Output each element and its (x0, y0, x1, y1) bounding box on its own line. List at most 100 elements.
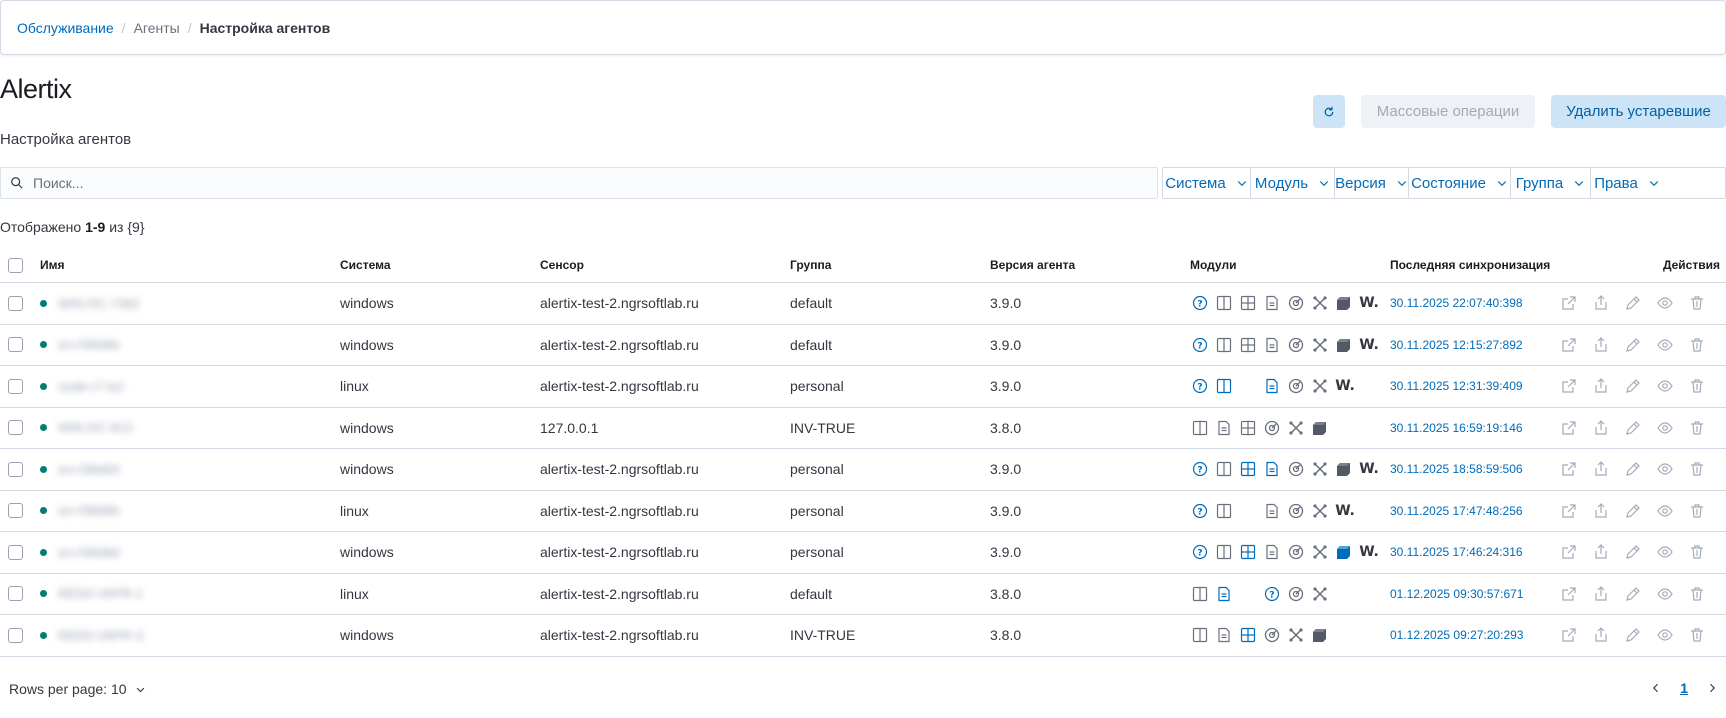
trash-icon[interactable] (1687, 335, 1707, 355)
external-link-icon[interactable] (1559, 542, 1579, 562)
eye-icon[interactable] (1655, 584, 1675, 604)
agent-name-cell[interactable]: RED0-VAPR-1 (40, 574, 143, 615)
agent-name-cell[interactable]: WIN-DC-813 (40, 408, 132, 449)
external-link-icon[interactable] (1559, 625, 1579, 645)
rows-per-page-select[interactable]: Rows per page: 10 (9, 681, 146, 697)
agent-name-cell[interactable]: srv-f38d93 (40, 449, 119, 490)
col-sensor[interactable]: Сенсор (540, 248, 584, 282)
eye-icon[interactable] (1655, 542, 1675, 562)
col-group[interactable]: Группа (790, 248, 831, 282)
pencil-icon[interactable] (1623, 335, 1643, 355)
filter-5[interactable]: Группа (1511, 168, 1591, 198)
filter-4[interactable]: Состояние (1409, 168, 1511, 198)
col-system[interactable]: Система (340, 248, 391, 282)
agent-name-cell[interactable]: srv-f38d8d (40, 532, 119, 573)
table-row[interactable]: WIN-DC-813 windows 127.0.0.1 INV-TRUE 3.… (0, 408, 1726, 449)
row-checkbox[interactable] (8, 532, 24, 573)
eye-icon[interactable] (1655, 418, 1675, 438)
table-row[interactable]: srv-f38d6b windows alertix-test-2.ngrsof… (0, 325, 1726, 366)
last-sync[interactable]: 01.12.2025 09:30:57:671 (1390, 574, 1523, 615)
chevron-right-icon[interactable] (1706, 682, 1718, 694)
export-icon[interactable] (1591, 625, 1611, 645)
eye-icon[interactable] (1655, 501, 1675, 521)
last-sync[interactable]: 30.11.2025 17:47:48:256 (1390, 491, 1523, 532)
trash-icon[interactable] (1687, 501, 1707, 521)
pencil-icon[interactable] (1623, 293, 1643, 313)
table-row[interactable]: RED0-VAPR-3 windows alertix-test-2.ngrso… (0, 615, 1726, 657)
last-sync[interactable]: 30.11.2025 12:31:39:409 (1390, 366, 1523, 407)
row-checkbox[interactable] (8, 449, 24, 490)
export-icon[interactable] (1591, 459, 1611, 479)
export-icon[interactable] (1591, 418, 1611, 438)
pencil-icon[interactable] (1623, 584, 1643, 604)
filter-1[interactable]: Система (1163, 168, 1251, 198)
external-link-icon[interactable] (1559, 584, 1579, 604)
export-icon[interactable] (1591, 542, 1611, 562)
table-row[interactable]: srv-f38d8b linux alertix-test-2.ngrsoftl… (0, 491, 1726, 532)
eye-icon[interactable] (1655, 376, 1675, 396)
export-icon[interactable] (1591, 584, 1611, 604)
table-row[interactable]: srv-f38d8d windows alertix-test-2.ngrsof… (0, 532, 1726, 574)
refresh-button[interactable] (1313, 95, 1345, 128)
last-sync[interactable]: 30.11.2025 12:15:27:892 (1390, 325, 1523, 366)
row-checkbox[interactable] (8, 574, 24, 615)
export-icon[interactable] (1591, 376, 1611, 396)
table-row[interactable]: RED0-VAPR-1 linux alertix-test-2.ngrsoft… (0, 574, 1726, 615)
row-checkbox[interactable] (8, 283, 24, 324)
row-checkbox[interactable] (8, 615, 24, 656)
col-version[interactable]: Версия агента (990, 248, 1075, 282)
row-checkbox[interactable] (8, 325, 24, 366)
last-sync[interactable]: 30.11.2025 16:59:19:146 (1390, 408, 1523, 449)
external-link-icon[interactable] (1559, 459, 1579, 479)
row-checkbox[interactable] (8, 366, 24, 407)
table-row[interactable]: node-r7-lx2 linux alertix-test-2.ngrsoft… (0, 366, 1726, 408)
col-sync[interactable]: Последняя синхронизация (1390, 248, 1550, 282)
last-sync[interactable]: 01.12.2025 09:27:20:293 (1390, 615, 1523, 656)
agent-name-cell[interactable]: RED0-VAPR-3 (40, 615, 143, 656)
trash-icon[interactable] (1687, 584, 1707, 604)
eye-icon[interactable] (1655, 625, 1675, 645)
agent-name-cell[interactable]: srv-f38d8b (40, 491, 119, 532)
table-row[interactable]: srv-f38d93 windows alertix-test-2.ngrsof… (0, 449, 1726, 491)
filter-3[interactable]: Версия (1335, 168, 1409, 198)
bulk-operations-button[interactable]: Массовые операции (1361, 95, 1535, 128)
filter-2[interactable]: Модуль (1251, 168, 1335, 198)
filter-6[interactable]: Права (1591, 168, 1663, 198)
row-checkbox[interactable] (8, 491, 24, 532)
pencil-icon[interactable] (1623, 376, 1643, 396)
last-sync[interactable]: 30.11.2025 17:46:24:316 (1390, 532, 1523, 573)
pencil-icon[interactable] (1623, 459, 1643, 479)
trash-icon[interactable] (1687, 459, 1707, 479)
agent-name-cell[interactable]: srv-f38d6b (40, 325, 119, 366)
agent-name-cell[interactable]: node-r7-lx2 (40, 366, 124, 407)
trash-icon[interactable] (1687, 293, 1707, 313)
export-icon[interactable] (1591, 335, 1611, 355)
last-sync[interactable]: 30.11.2025 18:58:59:506 (1390, 449, 1523, 490)
delete-stale-button[interactable]: Удалить устаревшие (1551, 95, 1726, 128)
breadcrumb-agents[interactable]: Агенты (134, 20, 180, 36)
col-name[interactable]: Имя (40, 248, 65, 282)
eye-icon[interactable] (1655, 459, 1675, 479)
external-link-icon[interactable] (1559, 418, 1579, 438)
table-row[interactable]: WIN-DC-7362 windows alertix-test-2.ngrso… (0, 283, 1726, 325)
external-link-icon[interactable] (1559, 376, 1579, 396)
select-all-checkbox[interactable] (8, 248, 24, 282)
chevron-left-icon[interactable] (1650, 682, 1662, 694)
agent-name-cell[interactable]: WIN-DC-7362 (40, 283, 140, 324)
pencil-icon[interactable] (1623, 418, 1643, 438)
page-number-current[interactable]: 1 (1680, 680, 1688, 696)
breadcrumb-maintenance[interactable]: Обслуживание (17, 20, 114, 36)
eye-icon[interactable] (1655, 335, 1675, 355)
trash-icon[interactable] (1687, 542, 1707, 562)
eye-icon[interactable] (1655, 293, 1675, 313)
external-link-icon[interactable] (1559, 335, 1579, 355)
export-icon[interactable] (1591, 293, 1611, 313)
search-input[interactable] (33, 175, 1133, 191)
pencil-icon[interactable] (1623, 625, 1643, 645)
trash-icon[interactable] (1687, 418, 1707, 438)
external-link-icon[interactable] (1559, 293, 1579, 313)
external-link-icon[interactable] (1559, 501, 1579, 521)
export-icon[interactable] (1591, 501, 1611, 521)
trash-icon[interactable] (1687, 376, 1707, 396)
last-sync[interactable]: 30.11.2025 22:07:40:398 (1390, 283, 1523, 324)
